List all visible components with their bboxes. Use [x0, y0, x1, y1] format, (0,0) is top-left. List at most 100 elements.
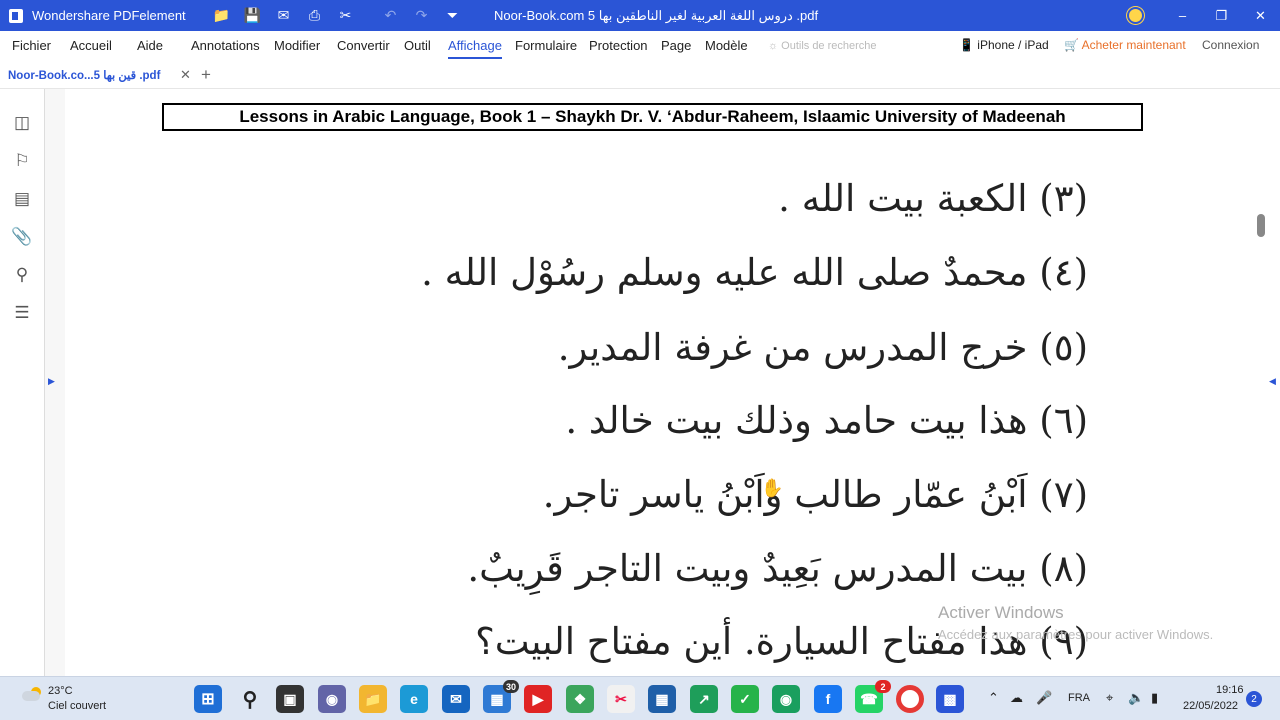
- menu-aide[interactable]: Aide: [137, 38, 163, 53]
- close-tab-icon[interactable]: ✕: [180, 67, 191, 83]
- microphone-icon[interactable]: 🎤: [1036, 690, 1052, 706]
- menu-bar: Fichier Accueil Aide Annotations Modifie…: [0, 31, 1280, 61]
- menu-protection[interactable]: Protection: [589, 38, 648, 53]
- windows-taskbar: 23°C Ciel couvert ⊞ ⚲ ▣ ◉ 📁 e ✉ ▦ 30 ▶ ❖ …: [0, 676, 1280, 720]
- facebook-icon[interactable]: f: [814, 685, 842, 713]
- layers-icon[interactable]: ☰: [10, 301, 34, 325]
- folder-icon[interactable]: 📁: [206, 0, 237, 31]
- search-icon[interactable]: ⚲: [10, 263, 34, 287]
- restore-button[interactable]: ❐: [1202, 0, 1241, 31]
- document-tab[interactable]: Noor-Book.co...5 قين بها .pdf ✕: [0, 61, 198, 89]
- page-header: Lessons in Arabic Language, Book 1 – Sha…: [162, 103, 1143, 131]
- app-logo-icon: [9, 8, 23, 23]
- hand-cursor-icon: ✋: [761, 478, 784, 498]
- window-controls: – ❐ ✕: [1163, 0, 1280, 31]
- search-tools-button[interactable]: ☼ Outils de recherche: [768, 40, 877, 52]
- activation-watermark-subtitle: Accédez aux paramètres pour activer Wind…: [938, 627, 1214, 642]
- menu-modifier[interactable]: Modifier: [274, 38, 320, 53]
- comment-icon[interactable]: ▤: [10, 187, 34, 211]
- title-bar: Wondershare PDFelement 📁 💾 ✉ ⎙ ✂ ↶ ↷ ⏷ N…: [0, 0, 1280, 31]
- phone-link-icon[interactable]: ✓: [731, 685, 759, 713]
- thumbnails-icon[interactable]: ◫: [10, 111, 34, 135]
- store-icon[interactable]: ▦ 30: [483, 680, 519, 713]
- store-badge: 30: [502, 680, 519, 693]
- close-window-button[interactable]: ✕: [1241, 0, 1280, 31]
- left-sidebar: ◫ ⚐ ▤ 📎 ⚲ ☰: [0, 89, 45, 676]
- weather-icon[interactable]: [22, 687, 42, 701]
- menu-modele[interactable]: Modèle: [705, 38, 748, 53]
- menu-convertir[interactable]: Convertir: [337, 38, 390, 53]
- pdfelement-window: Wondershare PDFelement 📁 💾 ✉ ⎙ ✂ ↶ ↷ ⏷ N…: [0, 0, 1280, 720]
- theme-sun-icon[interactable]: [1129, 9, 1142, 22]
- right-panel-arrow-icon[interactable]: ◀: [1269, 376, 1276, 387]
- menu-accueil[interactable]: Accueil: [70, 38, 112, 53]
- file-explorer-icon[interactable]: 📁: [359, 685, 387, 713]
- battery-icon[interactable]: ▮: [1151, 690, 1158, 706]
- money-app-icon[interactable]: ◉: [772, 685, 800, 713]
- volume-icon[interactable]: 🔈: [1128, 690, 1144, 706]
- login-button[interactable]: Connexion: [1202, 38, 1259, 52]
- teams-icon[interactable]: ◉: [318, 685, 346, 713]
- weather-temperature[interactable]: 23°C: [48, 685, 73, 697]
- menu-outil[interactable]: Outil: [404, 38, 431, 53]
- notification-badge[interactable]: 2: [1246, 691, 1262, 707]
- sidebar-gutter: ▶: [45, 89, 65, 676]
- mail-app-icon[interactable]: ✉: [442, 685, 470, 713]
- xbox-icon[interactable]: ❖: [566, 685, 594, 713]
- menu-fichier[interactable]: Fichier: [12, 38, 51, 53]
- scrollbar-thumb[interactable]: [1257, 214, 1265, 237]
- menu-formulaire[interactable]: Formulaire: [515, 38, 577, 53]
- language-indicator[interactable]: FRA: [1068, 692, 1090, 704]
- text-line-4: (٤) محمدٌ صلى الله عليه وسلم رسُوْل الله…: [421, 251, 1088, 294]
- chart-app-icon[interactable]: ↗: [690, 685, 718, 713]
- chrome-icon[interactable]: [896, 685, 924, 713]
- bookmark-icon[interactable]: ⚐: [10, 149, 34, 173]
- text-line-3: (٣) الكعبة بيت الله .: [778, 177, 1088, 220]
- undo-icon[interactable]: ↶: [375, 0, 406, 31]
- buy-now-button[interactable]: 🛒 Acheter maintenant: [1064, 38, 1186, 52]
- whatsapp-icon[interactable]: ☎ 2: [855, 680, 891, 713]
- app-name: Wondershare PDFelement: [32, 8, 186, 23]
- task-view-icon[interactable]: ▣: [276, 685, 304, 713]
- expand-panel-icon[interactable]: ▶: [48, 376, 55, 387]
- start-button-icon[interactable]: ⊞: [194, 685, 222, 713]
- pdfelement-taskbar-icon[interactable]: ▩: [936, 685, 964, 713]
- taskbar-search-icon[interactable]: ⚲: [236, 685, 264, 713]
- quick-toolbar: 📁 💾 ✉ ⎙ ✂ ↶ ↷ ⏷: [206, 0, 468, 31]
- menu-page[interactable]: Page: [661, 38, 691, 53]
- whatsapp-badge: 2: [875, 680, 891, 693]
- new-tab-icon[interactable]: +: [201, 65, 211, 85]
- minimize-button[interactable]: –: [1163, 0, 1202, 31]
- phone-icon: 📱: [959, 38, 974, 52]
- save-icon[interactable]: 💾: [237, 0, 268, 31]
- weather-description[interactable]: Ciel couvert: [48, 700, 106, 712]
- attachment-icon[interactable]: 📎: [10, 225, 34, 249]
- onedrive-icon[interactable]: ☁: [1010, 690, 1023, 706]
- tab-bar: Noor-Book.co...5 قين بها .pdf ✕ +: [0, 61, 1280, 89]
- clock-time[interactable]: 19:16: [1216, 684, 1244, 696]
- clock-date[interactable]: 22/05/2022: [1183, 700, 1238, 712]
- scissors-icon[interactable]: ✂: [330, 0, 361, 31]
- youtube-icon[interactable]: ▶: [524, 685, 552, 713]
- text-line-8: (٨) بيت المدرس بَعِيدٌ وبيت التاجر قَرِي…: [467, 547, 1088, 590]
- activation-watermark-title: Activer Windows: [938, 603, 1064, 622]
- calculator-icon[interactable]: ▦: [648, 685, 676, 713]
- wifi-icon[interactable]: ⌖: [1106, 690, 1113, 706]
- redo-icon[interactable]: ↷: [406, 0, 437, 31]
- menu-annotations[interactable]: Annotations: [191, 38, 260, 53]
- vertical-scrollbar[interactable]: ◀: [1243, 89, 1280, 676]
- tray-chevron-icon[interactable]: ⌃: [988, 690, 999, 706]
- mail-icon[interactable]: ✉: [268, 0, 299, 31]
- edge-icon[interactable]: e: [400, 685, 428, 713]
- text-line-5: (٥) خرج المدرس من غرفة المدير.: [557, 326, 1088, 369]
- search-tools-label: Outils de recherche: [781, 40, 877, 52]
- snip-tool-icon[interactable]: ✂: [607, 685, 635, 713]
- dropdown-icon[interactable]: ⏷: [437, 0, 468, 31]
- pdf-page[interactable]: Lessons in Arabic Language, Book 1 – Sha…: [65, 89, 1243, 676]
- device-label: iPhone / iPad: [977, 38, 1049, 52]
- menu-affichage[interactable]: Affichage: [448, 38, 502, 59]
- print-icon[interactable]: ⎙: [299, 0, 330, 31]
- text-line-7: (٧) اَبْنُ عمّار طالب واَبْنُ ياسر تاجر.: [542, 473, 1088, 516]
- device-button[interactable]: 📱 iPhone / iPad: [959, 38, 1049, 52]
- cart-icon: 🛒: [1064, 38, 1079, 52]
